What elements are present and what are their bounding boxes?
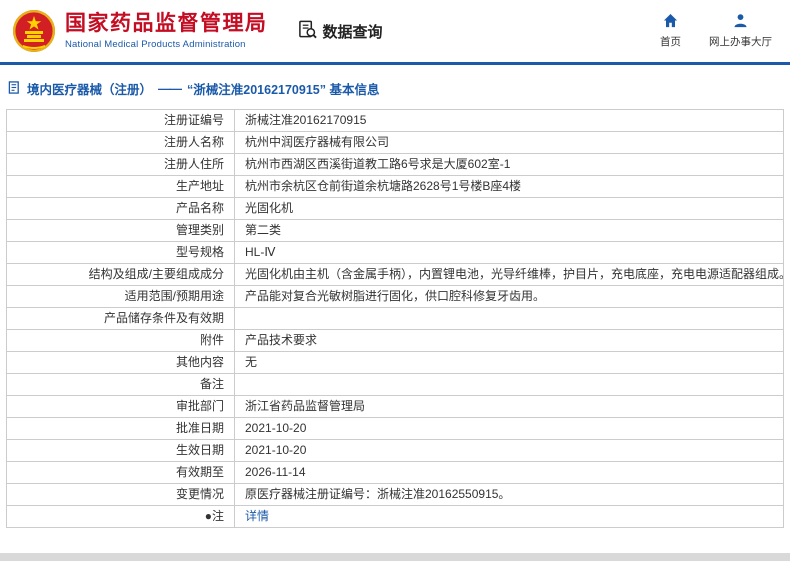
field-value: HL-Ⅳ bbox=[234, 241, 784, 264]
breadcrumb-category[interactable]: 境内医疗器械（注册） bbox=[27, 79, 152, 98]
footer-strip bbox=[0, 553, 790, 561]
field-label: 生产地址 bbox=[6, 175, 235, 198]
registration-info-table: 注册证编号 浙械注准20162170915 注册人名称 杭州中润医疗器械有限公司 注册人… bbox=[6, 109, 784, 528]
national-emblem-icon bbox=[12, 9, 56, 53]
field-value: 2021-10-20 bbox=[234, 417, 784, 440]
table-row: 注册人住所 杭州市西湖区西溪街道教工路6号求是大厦602室-1 bbox=[6, 153, 784, 176]
agency-title-en: National Medical Products Administration bbox=[65, 38, 246, 50]
field-label: 其他内容 bbox=[6, 351, 235, 374]
field-label: 结构及组成/主要组成成分 bbox=[6, 263, 235, 286]
table-row: 有效期至 2026-11-14 bbox=[6, 461, 784, 484]
table-row: 生产地址 杭州市余杭区仓前街道余杭塘路2628号1号楼B座4楼 bbox=[6, 175, 784, 198]
nav-service-hall-label: 网上办事大厅 bbox=[709, 36, 772, 48]
data-query-label: 数据查询 bbox=[322, 23, 383, 41]
field-value: 杭州中润医疗器械有限公司 bbox=[234, 131, 784, 154]
field-value bbox=[234, 373, 784, 396]
field-label: 附件 bbox=[6, 329, 235, 352]
field-label: ●注 bbox=[6, 505, 235, 528]
data-query-nav[interactable]: 数据查询 bbox=[298, 20, 383, 43]
table-row: 附件 产品技术要求 bbox=[6, 329, 784, 352]
field-value: 光固化机由主机（含金属手柄），内置锂电池，光导纤维棒，护目片，充电底座，充电电源… bbox=[234, 263, 784, 286]
table-row: 管理类别 第二类 bbox=[6, 219, 784, 242]
field-value: 产品技术要求 bbox=[234, 329, 784, 352]
search-document-icon bbox=[298, 20, 317, 43]
table-row: 产品储存条件及有效期 bbox=[6, 307, 784, 330]
field-label: 产品储存条件及有效期 bbox=[6, 307, 235, 330]
home-icon bbox=[663, 13, 678, 31]
nav-home-label: 首页 bbox=[660, 36, 681, 48]
table-row: 注册人名称 杭州中润医疗器械有限公司 bbox=[6, 131, 784, 154]
field-label: 管理类别 bbox=[6, 219, 235, 242]
field-label: 型号规格 bbox=[6, 241, 235, 264]
field-value: 杭州市西湖区西溪街道教工路6号求是大厦602室-1 bbox=[234, 153, 784, 176]
page-header: 国家药品监督管理局 National Medical Products Admi… bbox=[0, 0, 790, 62]
agency-title-cn: 国家药品监督管理局 bbox=[65, 12, 268, 36]
table-row: 注册证编号 浙械注准20162170915 bbox=[6, 109, 784, 132]
field-value: 详情 bbox=[234, 505, 784, 528]
field-label: 适用范围/预期用途 bbox=[6, 285, 235, 308]
field-label: 有效期至 bbox=[6, 461, 235, 484]
field-value: 光固化机 bbox=[234, 197, 784, 220]
field-label: 产品名称 bbox=[6, 197, 235, 220]
field-value: 原医疗器械注册证编号：浙械注准20162550915。 bbox=[234, 483, 784, 506]
table-row: 结构及组成/主要组成成分 光固化机由主机（含金属手柄），内置锂电池，光导纤维棒，护… bbox=[6, 263, 784, 286]
nav-service-hall[interactable]: 网上办事大厅 bbox=[709, 13, 772, 49]
table-row: 批准日期 2021-10-20 bbox=[6, 417, 784, 440]
field-label: 审批部门 bbox=[6, 395, 235, 418]
breadcrumb-separator: —— bbox=[158, 81, 182, 96]
field-label: 注册人住所 bbox=[6, 153, 235, 176]
nav-home[interactable]: 首页 bbox=[660, 13, 681, 49]
field-label: 注册人名称 bbox=[6, 131, 235, 154]
table-row: 生效日期 2021-10-20 bbox=[6, 439, 784, 462]
header-nav: 首页 网上办事大厅 bbox=[660, 13, 772, 49]
table-row: ●注 详情 bbox=[6, 505, 784, 528]
field-value: 浙械注准20162170915 bbox=[234, 109, 784, 132]
breadcrumb: 境内医疗器械（注册） —— “浙械注准20162170915” 基本信息 bbox=[0, 65, 790, 109]
field-label: 备注 bbox=[6, 373, 235, 396]
page-title: “浙械注准20162170915” 基本信息 bbox=[187, 83, 380, 97]
field-label: 注册证编号 bbox=[6, 109, 235, 132]
field-value: 第二类 bbox=[234, 219, 784, 242]
document-icon bbox=[8, 80, 21, 97]
agency-brand: 国家药品监督管理局 National Medical Products Admi… bbox=[12, 9, 268, 53]
table-row: 其他内容无 bbox=[6, 351, 784, 374]
info-table-body: 注册证编号 浙械注准20162170915 注册人名称 杭州中润医疗器械有限公司 注册人… bbox=[6, 109, 784, 528]
field-value bbox=[234, 307, 784, 330]
field-value: 浙江省药品监督管理局 bbox=[234, 395, 784, 418]
field-value: 杭州市余杭区仓前街道余杭塘路2628号1号楼B座4楼 bbox=[234, 175, 784, 198]
field-value: 2021-10-20 bbox=[234, 439, 784, 462]
field-value: 2026-11-14 bbox=[234, 461, 784, 484]
field-label: 变更情况 bbox=[6, 483, 235, 506]
field-value: 产品能对复合光敏树脂进行固化，供口腔科修复牙齿用。 bbox=[234, 285, 784, 308]
table-row: 型号规格 HL-Ⅳ bbox=[6, 241, 784, 264]
table-row: 变更情况 原医疗器械注册证编号：浙械注准20162550915。 bbox=[6, 483, 784, 506]
field-value: 无 bbox=[234, 351, 784, 374]
field-label: 批准日期 bbox=[6, 417, 235, 440]
field-label: 生效日期 bbox=[6, 439, 235, 462]
detail-link[interactable]: 详情 bbox=[245, 509, 269, 523]
table-row: 审批部门 浙江省药品监督管理局 bbox=[6, 395, 784, 418]
table-row: 适用范围/预期用途 产品能对复合光敏树脂进行固化，供口腔科修复牙齿用。 bbox=[6, 285, 784, 308]
agency-titles: 国家药品监督管理局 National Medical Products Admi… bbox=[65, 12, 268, 49]
person-icon bbox=[733, 13, 748, 31]
table-row: 产品名称 光固化机 bbox=[6, 197, 784, 220]
table-row: 备注 bbox=[6, 373, 784, 396]
